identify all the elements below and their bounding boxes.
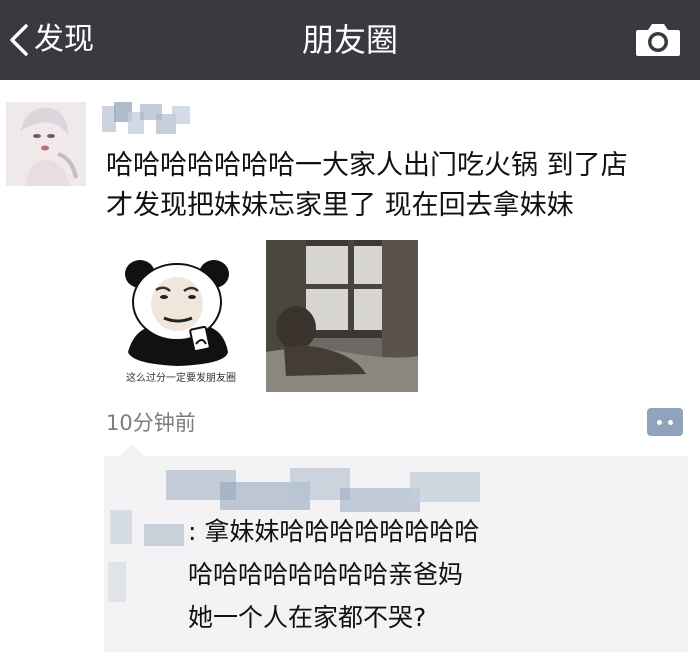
commenter-blurred bbox=[108, 510, 184, 602]
panda-meme-caption: 这么过分一定要发朋友圈 bbox=[126, 373, 236, 384]
avatar-image bbox=[6, 102, 86, 186]
camera-icon[interactable] bbox=[634, 19, 682, 59]
comments-panel: : 拿妹妹哈哈哈哈哈哈哈哈 哈哈哈哈哈哈哈哈亲爸妈 她一个人在家都不哭? bbox=[104, 444, 688, 652]
post-image-photo[interactable] bbox=[266, 240, 418, 392]
back-button[interactable]: 发现 bbox=[4, 18, 94, 62]
back-label: 发现 bbox=[34, 22, 94, 57]
comment-line: 哈哈哈哈哈哈哈哈亲爸妈 bbox=[188, 560, 464, 589]
comment-icon-dot bbox=[668, 420, 673, 425]
child-window-photo bbox=[266, 240, 418, 392]
panda-meme-image bbox=[125, 260, 229, 366]
post-timestamp: 10分钟前 bbox=[106, 411, 196, 435]
page-title: 朋友圈 bbox=[301, 21, 398, 59]
nickname-blurred bbox=[102, 102, 190, 134]
comment-line: 她一个人在家都不哭? bbox=[188, 603, 427, 632]
post-text: 哈哈哈哈哈哈哈一大家人出门吃火锅 到了店 才发现把妹妹忘家里了 现在回去拿妹妹 bbox=[106, 150, 628, 221]
comment-icon bbox=[657, 420, 662, 425]
post-image-panda-meme[interactable]: 这么过分一定要发朋友圈 bbox=[106, 240, 256, 392]
chevron-left-icon bbox=[10, 24, 28, 56]
comment-line: : 拿妹妹哈哈哈哈哈哈哈哈 bbox=[188, 517, 480, 546]
comment-button[interactable] bbox=[647, 408, 683, 436]
nav-bar: 发现 朋友圈 bbox=[0, 0, 700, 80]
avatar[interactable] bbox=[6, 102, 86, 186]
